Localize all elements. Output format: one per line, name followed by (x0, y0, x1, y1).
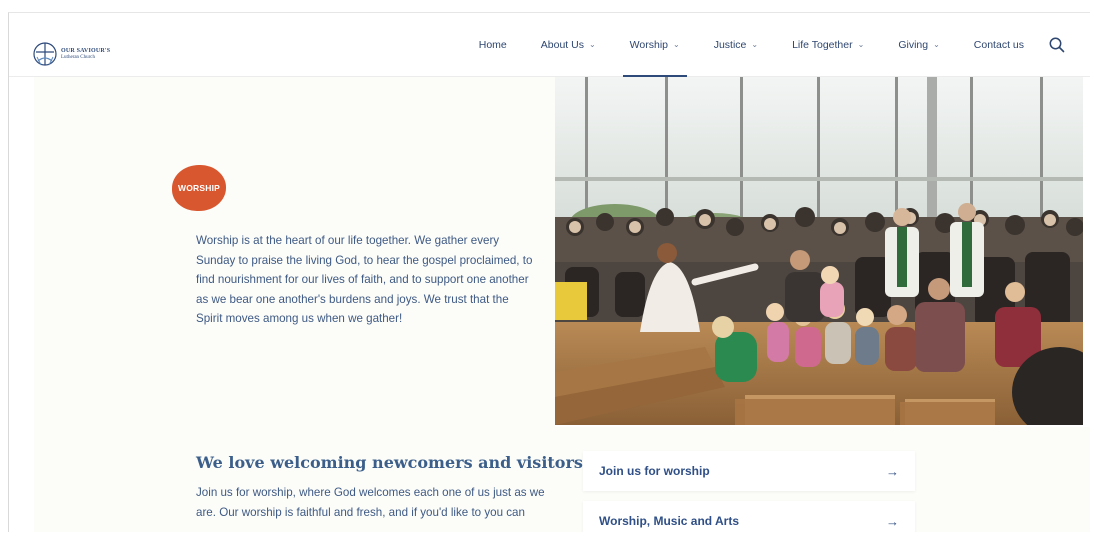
worship-intro-text: Worship is at the heart of our life toge… (196, 234, 533, 326)
nav-item-giving[interactable]: Giving ⌄ (881, 13, 956, 77)
nav-label: About Us (540, 39, 584, 51)
worship-photo (555, 77, 1083, 425)
congregation-photo-illustration (555, 77, 1083, 425)
logo-subname: Lutheran Church (61, 55, 96, 60)
site-header: OUR SAVIOUR'S Lutheran Church Home About… (9, 13, 1090, 77)
join-us-for-worship-link[interactable]: Join us for worship → (583, 451, 915, 491)
search-icon (1049, 37, 1065, 53)
nav-item-contact-us[interactable]: Contact us (957, 13, 1041, 77)
nav-item-justice[interactable]: Justice ⌄ (697, 13, 775, 77)
chevron-down-icon: ⌄ (933, 39, 940, 49)
link-label: Worship, Music and Arts (599, 514, 740, 528)
arrow-right-icon: → (886, 463, 899, 479)
search-button[interactable] (1047, 35, 1067, 55)
worship-badge: WORSHIP (172, 165, 226, 211)
main-nav: Home About Us ⌄ Worship ⌄ Justice ⌄ Life… (462, 13, 1067, 77)
chevron-down-icon: ⌄ (857, 39, 865, 49)
logo-text: OUR SAVIOUR'S Lutheran Church (61, 48, 110, 60)
nav-item-worship[interactable]: Worship ⌄ (613, 13, 697, 77)
nav-item-about-us[interactable]: About Us ⌄ (524, 13, 613, 77)
chevron-down-icon: ⌄ (588, 39, 596, 49)
nav-label: Life Together (792, 39, 853, 51)
nav-label: Home (478, 39, 507, 51)
nav-label: Justice (713, 39, 747, 51)
browser-page: OUR SAVIOUR'S Lutheran Church Home About… (8, 12, 1090, 532)
worship-music-arts-link[interactable]: Worship, Music and Arts → (583, 501, 915, 532)
welcome-section (34, 427, 1090, 532)
site-logo[interactable]: OUR SAVIOUR'S Lutheran Church (33, 41, 110, 67)
welcome-heading: We love welcoming newcomers and visitors… (196, 453, 589, 472)
nav-label: Contact us (973, 39, 1024, 51)
chevron-down-icon: ⌄ (673, 39, 680, 49)
welcome-body-text: Join us for worship, where God welcomes … (196, 486, 545, 519)
arrow-right-icon: → (886, 513, 899, 529)
nav-item-life-together[interactable]: Life Together ⌄ (775, 13, 881, 77)
chevron-down-icon: ⌄ (751, 39, 759, 49)
link-label: Join us for worship (599, 464, 710, 478)
nav-label: Giving (898, 39, 929, 51)
nav-item-home[interactable]: Home (462, 13, 524, 77)
church-logo-icon (33, 41, 57, 67)
nav-label: Worship (629, 39, 668, 51)
logo-name: OUR SAVIOUR'S (61, 48, 111, 54)
